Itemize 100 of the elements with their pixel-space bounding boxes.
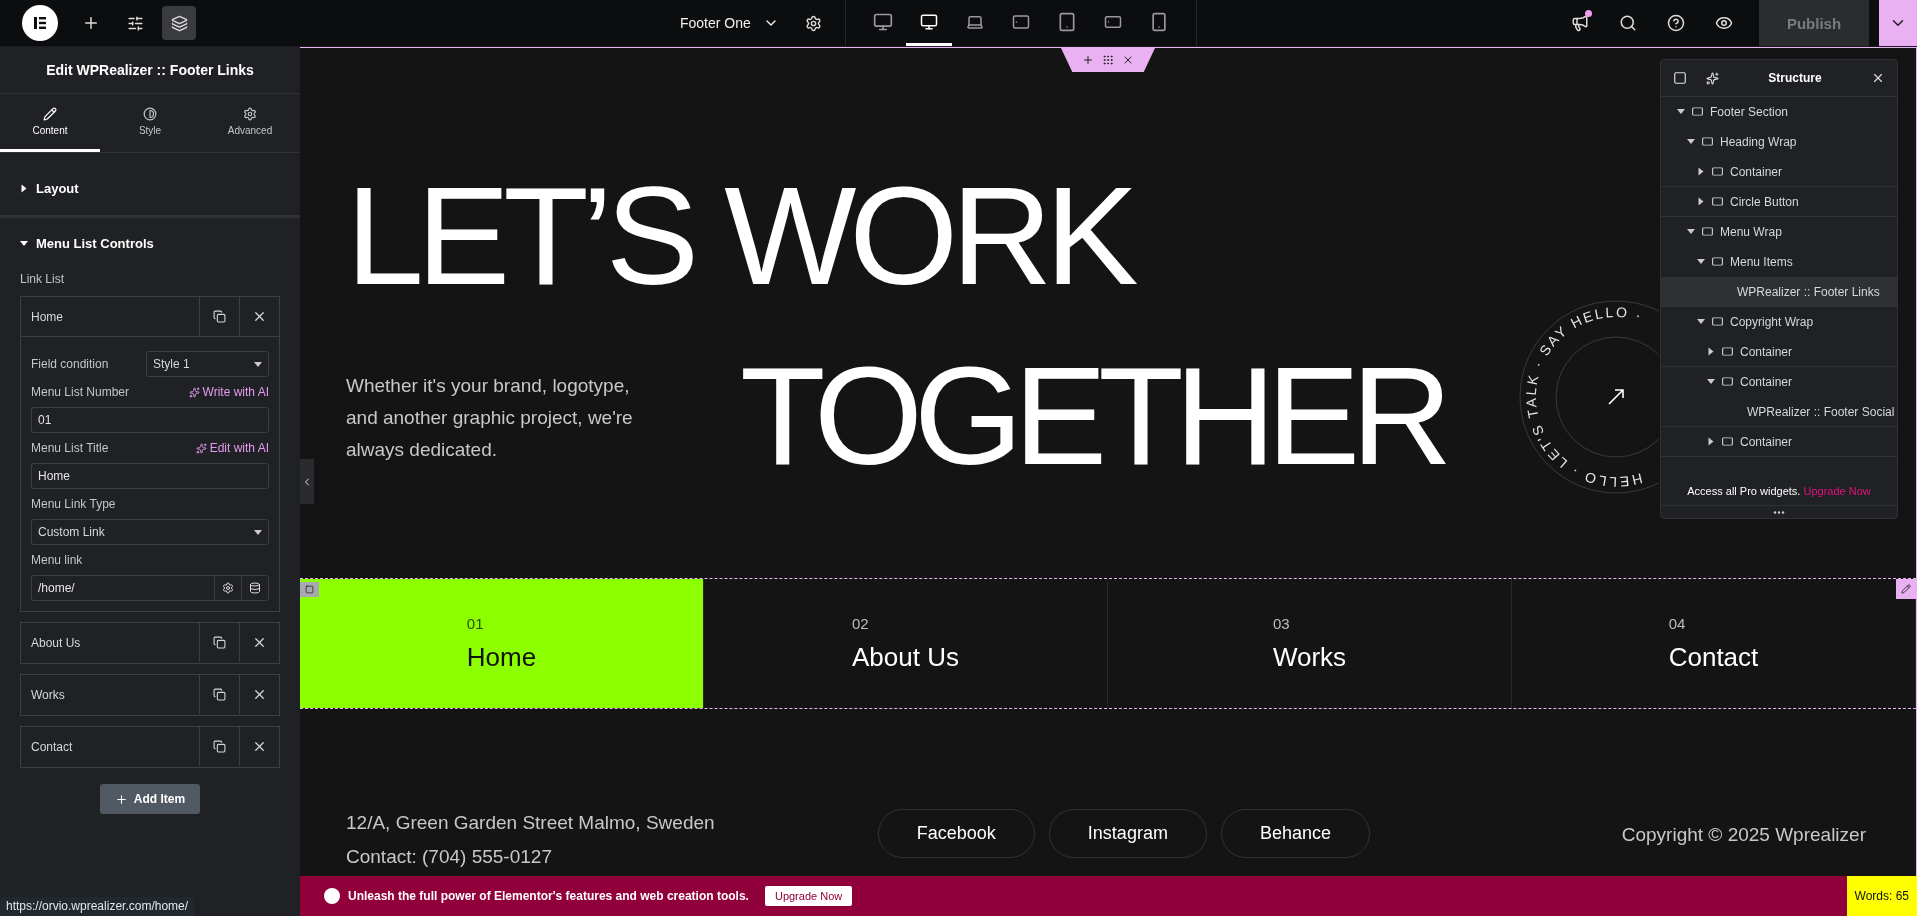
upgrade-link[interactable]: Upgrade Now [1803, 485, 1871, 497]
close-icon [1871, 71, 1885, 85]
promo-text: Access all Pro widgets. Upgrade Now [1686, 484, 1872, 499]
panel-tab[interactable]: Content [0, 94, 100, 152]
container-icon [1721, 346, 1734, 357]
status-url: https://orvio.wprealizer.com/home/ [0, 897, 195, 916]
input-field[interactable]: Home [31, 463, 269, 489]
repeater-item[interactable]: Works [21, 675, 199, 714]
field-label: Menu List Title [31, 441, 109, 455]
copy-icon [213, 740, 226, 753]
container-icon [1711, 256, 1724, 267]
pencil-icon [43, 107, 57, 121]
monitor-icon [872, 11, 893, 32]
container-handle[interactable] [300, 582, 319, 597]
container-icon [1721, 376, 1734, 387]
menu-link[interactable]: 02 About Us [704, 579, 1108, 708]
caret-icon [254, 361, 262, 367]
tree-item[interactable]: Heading Wrap [1661, 127, 1897, 157]
caret-icon [254, 529, 262, 535]
sliders-icon [126, 14, 144, 32]
word-count: Words: 65 [1846, 876, 1917, 916]
select-field[interactable]: Custom Link [31, 519, 269, 545]
container-icon [1701, 226, 1714, 237]
plus-icon [114, 792, 128, 806]
tree-item[interactable]: Container [1661, 157, 1897, 187]
document-dropdown[interactable]: Footer One [680, 15, 795, 31]
repeater-item[interactable]: Home [21, 297, 199, 336]
field-label: Menu link [31, 553, 84, 567]
sparkle-button[interactable] [1703, 69, 1721, 87]
close-icon [252, 309, 267, 324]
address-text: 12/A, Green Garden Street Malmo, Sweden [346, 812, 716, 834]
tree-item[interactable]: Menu Wrap [1661, 217, 1897, 247]
promo-text: Unleash the full power of Elementor's features and web creation tools. [348, 889, 749, 903]
menu-link[interactable]: 03 Works [1108, 579, 1512, 708]
close-icon [1122, 54, 1134, 66]
container-icon [1711, 196, 1724, 207]
repeater-item[interactable]: Contact [21, 727, 199, 766]
sparkle-icon [195, 442, 207, 454]
logo-icon[interactable] [22, 5, 58, 41]
monitor-icon [919, 12, 938, 31]
gear-icon [805, 14, 823, 32]
copyright-text: Copyright © 2025 Wprealizer [1621, 824, 1866, 846]
container-icon [1711, 316, 1724, 327]
tablet-icon [1011, 12, 1030, 31]
tree-item[interactable]: Container [1661, 427, 1897, 457]
tree-item[interactable]: Container [1661, 367, 1897, 397]
copy-icon [213, 688, 226, 701]
container-icon [1691, 106, 1704, 117]
close-icon [252, 687, 267, 702]
edit-button[interactable] [1896, 579, 1916, 599]
eye-icon [1715, 14, 1733, 32]
toolbar-button[interactable] [162, 6, 196, 40]
field-label: Menu Link Type [31, 497, 117, 511]
contact-text: Contact: (704) 555-0127 [346, 846, 553, 868]
tree-item[interactable]: WPRealizer :: Footer Social [1661, 397, 1897, 427]
menu-link[interactable]: 01 Home [300, 579, 704, 708]
toggle-button[interactable] [1671, 69, 1689, 87]
panel-tab[interactable]: Style [100, 94, 200, 152]
close-icon [252, 635, 267, 650]
pencil-icon [1901, 584, 1911, 594]
gear-icon [243, 107, 257, 121]
upgrade-button[interactable]: Upgrade Now [764, 886, 853, 906]
search-icon [1619, 14, 1637, 32]
repeater-item[interactable]: About Us [21, 623, 199, 662]
sparkle-icon [1705, 71, 1719, 85]
field-label: Field condition [31, 357, 109, 371]
container-icon [1701, 136, 1714, 147]
caret-icon [21, 184, 27, 192]
add-item-button[interactable]: Add Item [100, 784, 200, 814]
caret-icon [20, 240, 28, 246]
close-icon [252, 739, 267, 754]
help-icon [1667, 14, 1685, 32]
grip-icon [1102, 54, 1114, 66]
plus-icon [82, 14, 100, 32]
ai-link[interactable]: Write with AI [188, 385, 269, 399]
heading: TOGETHER [740, 346, 1444, 486]
square-icon [305, 585, 314, 594]
megaphone-icon [1571, 14, 1589, 32]
square-icon [1673, 71, 1687, 85]
tree-item[interactable]: Copyright Wrap [1661, 307, 1897, 337]
select-field[interactable]: Style 1 [146, 351, 269, 377]
tree-item[interactable]: WPRealizer :: Footer Links [1661, 277, 1897, 307]
heading: LET’S WORK [346, 166, 1132, 306]
container-icon [1711, 166, 1724, 177]
contrast-icon [143, 107, 157, 121]
tree-item[interactable]: Menu Items [1661, 247, 1897, 277]
copy-icon [213, 636, 226, 649]
tree-item[interactable]: Container [1661, 337, 1897, 367]
input-field[interactable]: 01 [31, 407, 269, 433]
tree-item[interactable]: Footer Section [1661, 97, 1897, 127]
ai-link[interactable]: Edit with AI [195, 441, 269, 455]
intro-text: Whether it's your brand, logotype, and another graphic project, we're always dedicated. [346, 374, 634, 462]
panel-tab[interactable]: Advanced [200, 94, 300, 152]
tree-item[interactable]: Circle Button [1661, 187, 1897, 217]
field-label: Menu List Number [31, 385, 130, 399]
copy-icon [213, 310, 226, 323]
section-header[interactable]: Menu List Controls [0, 218, 300, 268]
plus-icon [1082, 54, 1094, 66]
sparkle-icon [188, 386, 200, 398]
structure-title: Structure [1767, 71, 1823, 85]
